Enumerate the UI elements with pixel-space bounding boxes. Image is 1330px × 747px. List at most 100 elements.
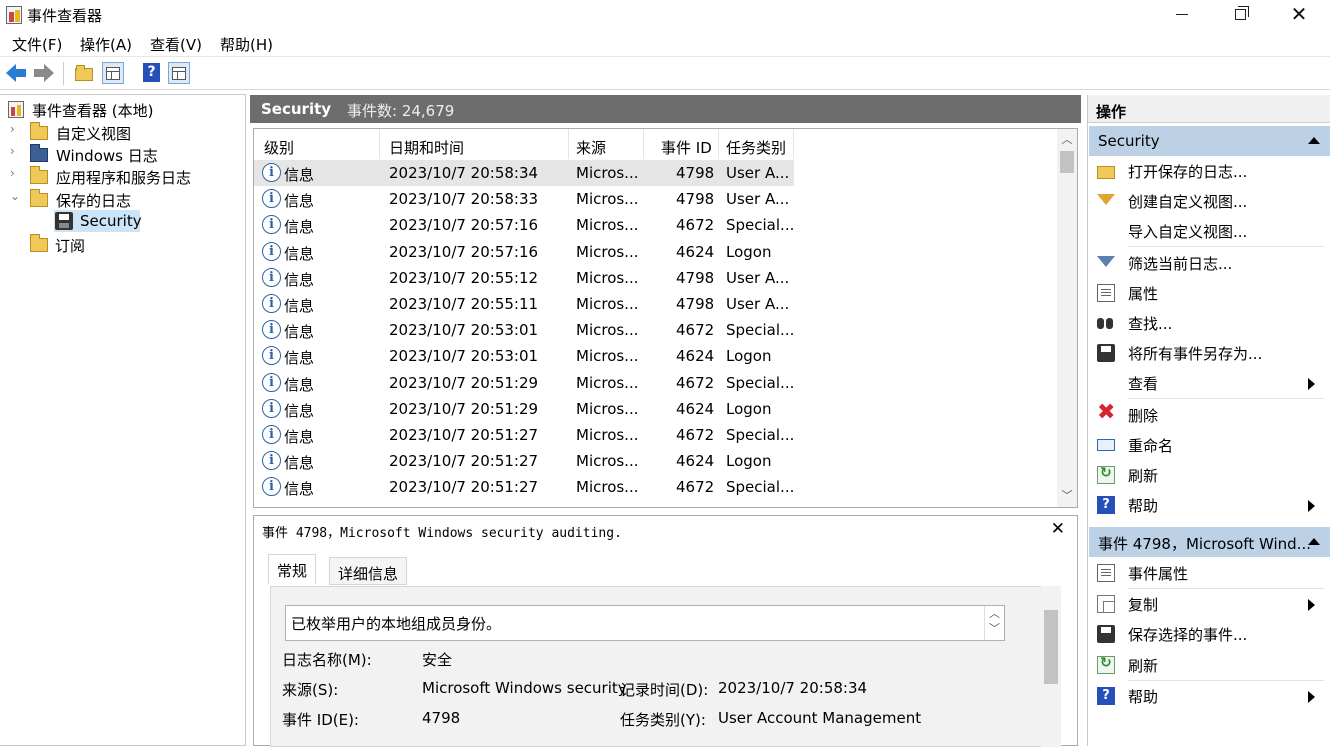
event-row[interactable]: i 信息 2023/10/7 20:51:27 Micros... 4624 Logon <box>254 448 794 474</box>
detail-close-button[interactable]: ✕ <box>1051 519 1065 539</box>
event-category: Logon <box>726 347 772 366</box>
action-item[interactable]: 属性 <box>1088 278 1330 308</box>
action-item[interactable]: 查找... <box>1088 308 1330 338</box>
event-category: Logon <box>726 242 772 261</box>
event-id: 4624 <box>676 452 715 471</box>
event-row[interactable]: i 信息 2023/10/7 20:55:12 Micros... 4798 User A… <box>254 265 794 291</box>
scroll-thumb[interactable] <box>1060 151 1074 173</box>
event-source: Micros... <box>576 190 639 209</box>
submenu-arrow-icon <box>1308 500 1315 513</box>
action-label: 导入自定义视图... <box>1128 223 1248 242</box>
event-category: Special... <box>726 426 795 444</box>
event-row[interactable]: i 信息 2023/10/7 20:58:33 Micros... 4798 User A… <box>254 186 794 212</box>
tab-general[interactable]: 常规 <box>268 554 317 584</box>
tree-item-security[interactable]: Security <box>54 210 142 232</box>
action-item[interactable]: ✖ 删除 <box>1088 400 1330 430</box>
section-label: Security <box>1098 132 1160 150</box>
action-item[interactable]: ? 帮助 <box>1088 490 1330 520</box>
event-level: 信息 <box>284 428 315 446</box>
column-header-event-id[interactable]: 事件 ID <box>644 129 719 159</box>
maximize-button[interactable] <box>1211 0 1269 30</box>
action-item[interactable]: 保存选择的事件... <box>1088 619 1330 649</box>
event-datetime: 2023/10/7 20:51:29 <box>389 399 539 418</box>
menu-view[interactable]: 查看(V) <box>150 34 202 55</box>
menu-help[interactable]: 帮助(H) <box>220 34 273 55</box>
action-item[interactable]: 筛选当前日志... <box>1088 248 1330 278</box>
action-item[interactable]: 刷新 <box>1088 650 1330 680</box>
event-row[interactable]: i 信息 2023/10/7 20:51:27 Micros... 4672 Specia… <box>254 422 794 448</box>
close-button[interactable]: ✕ <box>1270 0 1328 30</box>
back-button[interactable] <box>6 62 28 84</box>
event-row[interactable]: i 信息 2023/10/7 20:53:01 Micros... 4624 Logon <box>254 343 794 369</box>
save-icon <box>1097 344 1115 363</box>
action-item[interactable]: 重命名 <box>1088 430 1330 460</box>
menu-action[interactable]: 操作(A) <box>80 34 132 55</box>
actions-title: 操作 <box>1096 103 1127 121</box>
action-item[interactable]: 导入自定义视图... <box>1088 216 1330 246</box>
detail-scroll-thumb[interactable] <box>1044 610 1058 684</box>
event-row[interactable]: i 信息 2023/10/7 20:57:16 Micros... 4672 Specia… <box>254 212 794 238</box>
show-hide-action-pane-button[interactable] <box>168 62 190 84</box>
collapse-triangle-icon[interactable] <box>1308 137 1320 144</box>
tree-root-label: 事件查看器 (本地) <box>32 102 154 120</box>
event-row[interactable]: i 信息 2023/10/7 20:51:29 Micros... 4624 Logon <box>254 396 794 422</box>
folder-icon <box>30 122 48 140</box>
info-icon: i <box>262 451 281 471</box>
action-item[interactable]: 创建自定义视图... <box>1088 186 1330 216</box>
action-item[interactable]: 查看 <box>1088 368 1330 398</box>
action-item[interactable]: 将所有事件另存为... <box>1088 338 1330 368</box>
forward-button[interactable] <box>33 62 55 84</box>
event-row[interactable]: i 信息 2023/10/7 20:53:01 Micros... 4672 Specia… <box>254 317 794 343</box>
description-spin-icon[interactable]: ︿ ﹀ <box>984 606 1004 640</box>
event-row[interactable]: i 信息 2023/10/7 20:51:29 Micros... 4672 Specia… <box>254 370 794 396</box>
collapse-triangle-icon[interactable] <box>1308 538 1320 545</box>
action-item[interactable]: 打开保存的日志... <box>1088 156 1330 186</box>
event-row[interactable]: i 信息 2023/10/7 20:51:27 Micros... 4672 Specia… <box>254 474 794 500</box>
info-icon: i <box>262 215 281 235</box>
event-list[interactable]: 级别 日期和时间 来源 事件 ID 任务类别 i 信息 2023/10/7 20:5… <box>253 128 1078 508</box>
help-button[interactable]: ? <box>141 62 163 84</box>
menu-file[interactable]: 文件(F) <box>12 34 62 55</box>
column-header-task-category[interactable]: 任务类别 <box>719 129 794 159</box>
event-datetime: 2023/10/7 20:58:34 <box>389 164 539 182</box>
up-one-level-button[interactable] <box>73 62 95 84</box>
event-id: 4798 <box>676 268 715 287</box>
event-id: 4672 <box>676 426 715 444</box>
action-item[interactable]: 刷新 <box>1088 460 1330 490</box>
event-row[interactable]: i 信息 2023/10/7 20:58:34 Micros... 4798 User A… <box>254 160 794 186</box>
scroll-up-icon[interactable]: ︿ <box>1057 131 1077 149</box>
tab-details[interactable]: 详细信息 <box>329 557 408 585</box>
show-hide-tree-button[interactable] <box>102 62 124 84</box>
event-source: Micros... <box>576 373 639 392</box>
column-header-level[interactable]: 级别 <box>254 129 380 159</box>
expand-chevron-icon[interactable]: › <box>10 144 15 158</box>
action-item[interactable]: 复制 <box>1088 589 1330 619</box>
event-datetime: 2023/10/7 20:51:27 <box>389 426 539 444</box>
column-header-datetime[interactable]: 日期和时间 <box>380 129 569 159</box>
event-datetime: 2023/10/7 20:53:01 <box>389 321 539 340</box>
event-detail-pane: 事件 4798，Microsoft Windows security audit… <box>253 515 1078 747</box>
event-id: 4624 <box>676 399 715 418</box>
expand-chevron-icon[interactable]: › <box>10 122 15 136</box>
actions-section-event[interactable]: 事件 4798，Microsoft Wind... <box>1089 527 1330 557</box>
minimize-button[interactable] <box>1153 0 1211 30</box>
column-header-source[interactable]: 来源 <box>569 129 644 159</box>
detail-title: 事件 4798，Microsoft Windows security audit… <box>262 526 622 541</box>
info-icon: i <box>262 372 281 392</box>
event-row[interactable]: i 信息 2023/10/7 20:57:16 Micros... 4624 Logon <box>254 239 794 265</box>
event-list-scrollbar[interactable]: ︿ ﹀ <box>1057 129 1077 507</box>
action-item[interactable]: ? 帮助 <box>1088 681 1330 711</box>
collapse-chevron-icon[interactable]: ⌄ <box>10 189 20 203</box>
event-row[interactable]: i 信息 2023/10/7 20:55:11 Micros... 4798 User A… <box>254 291 794 317</box>
event-description-box[interactable]: 已枚举用户的本地组成员身份。 ︿ ﹀ <box>285 605 1005 641</box>
event-source: Micros... <box>576 399 639 418</box>
section-label: 事件 4798，Microsoft Wind... <box>1098 535 1311 553</box>
expand-chevron-icon[interactable]: › <box>10 166 15 180</box>
action-item[interactable]: 事件属性 <box>1088 558 1330 588</box>
actions-section-security[interactable]: Security <box>1089 126 1330 156</box>
scroll-down-icon[interactable]: ﹀ <box>1057 487 1077 505</box>
info-icon: i <box>262 425 281 444</box>
event-source: Micros... <box>576 216 639 235</box>
event-id-value: 4798 <box>422 709 461 727</box>
detail-scrollbar[interactable] <box>1041 586 1061 747</box>
